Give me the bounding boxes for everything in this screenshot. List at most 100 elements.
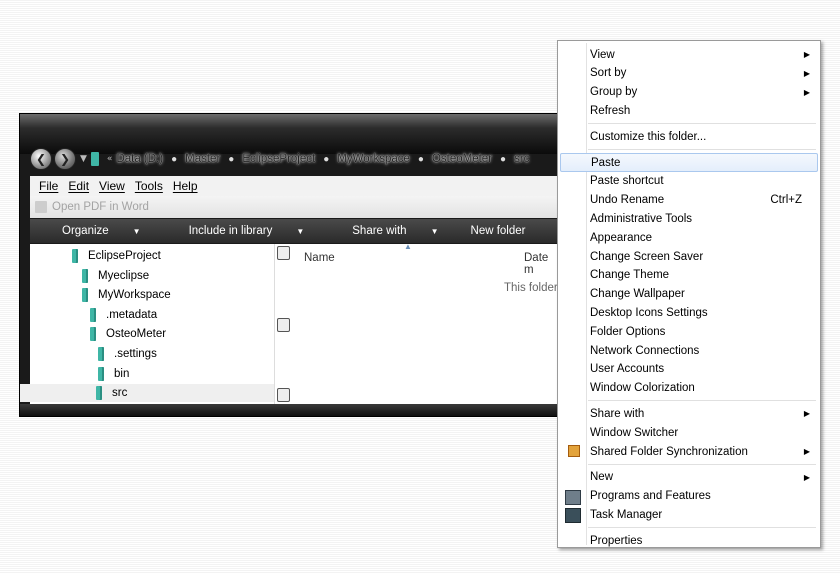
breadcrumb-segment[interactable]: Master — [185, 153, 220, 165]
chevron-down-icon: ▼ — [296, 227, 305, 236]
folder-icon — [96, 386, 102, 401]
breadcrumb-separator-icon[interactable]: ● — [323, 154, 329, 165]
menu-item-label: Folder Options — [590, 325, 666, 338]
navigation-pane: EclipseProject Myeclipse MyWorkspace .metad… — [20, 244, 274, 404]
menu-item-label: Customize this folder... — [590, 130, 707, 143]
programs-icon — [565, 489, 581, 505]
menu-item-label: Appearance — [590, 231, 653, 244]
menu-tools[interactable]: Tools — [135, 179, 163, 193]
back-button[interactable]: ❮ — [30, 148, 52, 170]
menu-item-group-by[interactable]: Group by ▶ — [560, 83, 818, 102]
menu-item-label: View — [590, 48, 615, 61]
column-header-row: Name ▲ Date m — [290, 242, 560, 276]
folder-icon — [98, 347, 104, 361]
bookmark-icon[interactable] — [277, 388, 290, 402]
organize-button[interactable]: Organize ▼ — [46, 225, 149, 237]
tree-item[interactable]: .metadata — [90, 306, 157, 324]
breadcrumb-segment[interactable]: OsteoMeter — [432, 153, 492, 165]
menu-item-shared-folder-synchronization[interactable]: Shared Folder Synchronization ▶ — [560, 442, 818, 461]
organize-label: Organize — [62, 225, 109, 237]
menu-item-share-with[interactable]: Share with ▶ — [560, 404, 818, 423]
scroll-indicator-icon[interactable] — [277, 318, 290, 332]
menu-separator — [588, 123, 816, 125]
menu-item-window-switcher[interactable]: Window Switcher — [560, 423, 818, 442]
tree-item[interactable]: OsteoMeter — [90, 325, 166, 343]
menu-item-label: Paste shortcut — [590, 175, 664, 188]
menu-item-label: Administrative Tools — [590, 212, 693, 225]
breadcrumb-segment[interactable]: Data (D:) — [116, 153, 163, 165]
menu-help[interactable]: Help — [173, 179, 198, 193]
menu-item-label: New — [590, 471, 614, 484]
menu-item-sort-by[interactable]: Sort by ▶ — [560, 64, 818, 83]
tree-item[interactable]: src — [20, 384, 274, 403]
folder-icon — [90, 327, 96, 342]
tree-item[interactable]: bin — [98, 365, 129, 383]
menu-item-desktop-icons-settings[interactable]: Desktop Icons Settings — [560, 303, 818, 322]
column-header-name[interactable]: Name — [304, 252, 335, 264]
menu-item-customize-this-folder[interactable]: Customize this folder... — [560, 127, 818, 146]
new-folder-button[interactable]: New folder — [471, 225, 526, 237]
menu-item-folder-options[interactable]: Folder Options — [560, 322, 818, 341]
menu-item-programs-and-features[interactable]: Programs and Features — [560, 487, 818, 506]
window-bottom-border — [20, 404, 560, 416]
tree-item-label: .settings — [114, 348, 157, 360]
menu-item-window-colorization[interactable]: Window Colorization — [560, 379, 818, 398]
menu-item-change-screen-saver[interactable]: Change Screen Saver — [560, 247, 818, 266]
tree-item[interactable]: EclipseProject — [72, 247, 161, 265]
menu-item-paste[interactable]: Paste — [560, 153, 818, 172]
navigation-bar: ❮ ❯ ▼ « Data (D:) ● Master ● EclipseProject ●… — [30, 146, 560, 172]
open-pdf-in-word-button[interactable]: Open PDF in Word — [52, 201, 149, 213]
menu-edit[interactable]: Edit — [68, 179, 89, 193]
include-in-library-button[interactable]: Include in library ▼ — [173, 225, 313, 237]
tree-item[interactable]: MyWorkspace — [82, 286, 171, 304]
menu-item-properties[interactable]: Properties — [560, 531, 818, 550]
menu-item-change-theme[interactable]: Change Theme — [560, 266, 818, 285]
breadcrumb-segment[interactable]: src — [514, 153, 529, 165]
sort-arrow-icon: ▲ — [404, 242, 412, 251]
menu-item-label: Task Manager — [590, 508, 663, 521]
tree-item-label: bin — [114, 367, 130, 380]
menu-item-label: Undo Rename — [590, 194, 665, 207]
menu-item-new[interactable]: New ▶ — [560, 468, 818, 487]
menu-separator — [588, 463, 816, 465]
menu-item-task-manager[interactable]: Task Manager — [560, 505, 818, 524]
tree-item-label: .metadata — [106, 308, 158, 321]
menu-item-user-accounts[interactable]: User Accounts — [560, 360, 818, 379]
breadcrumb-segment[interactable]: MyWorkspace — [337, 153, 410, 165]
menu-view[interactable]: View — [99, 179, 125, 193]
menu-bar: File Edit View Tools Help — [30, 176, 560, 196]
menu-item-label: Refresh — [590, 104, 631, 117]
menu-item-network-connections[interactable]: Network Connections — [560, 341, 818, 360]
breadcrumb-segment[interactable]: EclipseProject — [242, 153, 315, 165]
forward-button[interactable]: ❯ — [54, 148, 76, 170]
column-header-date[interactable]: Date m — [524, 252, 560, 276]
tree-item[interactable]: .settings — [98, 345, 157, 363]
menu-item-label: Share with — [590, 407, 645, 420]
menu-item-paste-shortcut[interactable]: Paste shortcut — [560, 172, 818, 191]
share-with-button[interactable]: Share with ▼ — [336, 225, 446, 237]
menu-file[interactable]: File — [39, 179, 58, 193]
menu-item-appearance[interactable]: Appearance — [560, 228, 818, 247]
share-with-label: Share with — [352, 225, 407, 237]
folder-icon — [82, 268, 88, 283]
menu-item-view[interactable]: View ▶ — [560, 45, 818, 64]
context-menu: View ▶ Sort by ▶ Group by ▶ Refresh Customize t… — [557, 40, 821, 548]
folder-icon — [98, 366, 104, 381]
breadcrumb-separator-icon[interactable]: ● — [500, 154, 506, 165]
bookmark-icon[interactable] — [277, 246, 290, 260]
menu-item-refresh[interactable]: Refresh — [560, 101, 818, 120]
folder-icon — [82, 288, 88, 303]
pane-splitter[interactable] — [274, 244, 291, 404]
recent-pages-dropdown-icon[interactable]: ▼ — [80, 154, 87, 164]
menu-item-administrative-tools[interactable]: Administrative Tools — [560, 209, 818, 228]
breadcrumb-separator-icon[interactable]: ● — [228, 154, 234, 165]
breadcrumb-separator-icon[interactable]: ● — [418, 154, 424, 165]
folder-icon — [72, 249, 78, 263]
menu-item-undo-rename[interactable]: Undo Rename Ctrl+Z — [560, 191, 818, 210]
menu-item-label: Change Wallpaper — [590, 288, 685, 301]
tree-item[interactable]: Myeclipse — [82, 267, 149, 285]
menu-item-label: Properties — [590, 534, 643, 547]
menu-item-change-wallpaper[interactable]: Change Wallpaper — [560, 285, 818, 304]
breadcrumb-separator-icon[interactable]: ● — [171, 154, 177, 165]
breadcrumb-overflow-icon[interactable]: « — [107, 154, 113, 164]
